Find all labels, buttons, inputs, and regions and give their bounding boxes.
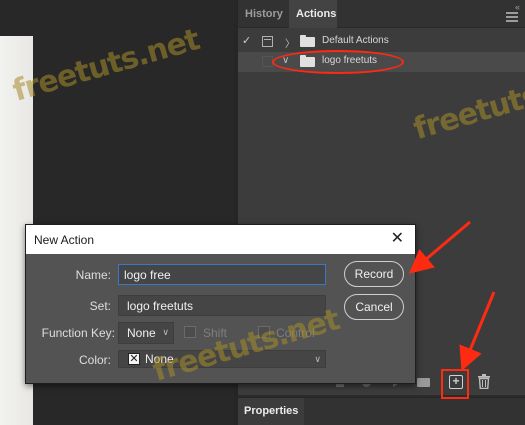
annotation-arrow [408, 220, 471, 274]
annotation-arrow [459, 291, 496, 372]
